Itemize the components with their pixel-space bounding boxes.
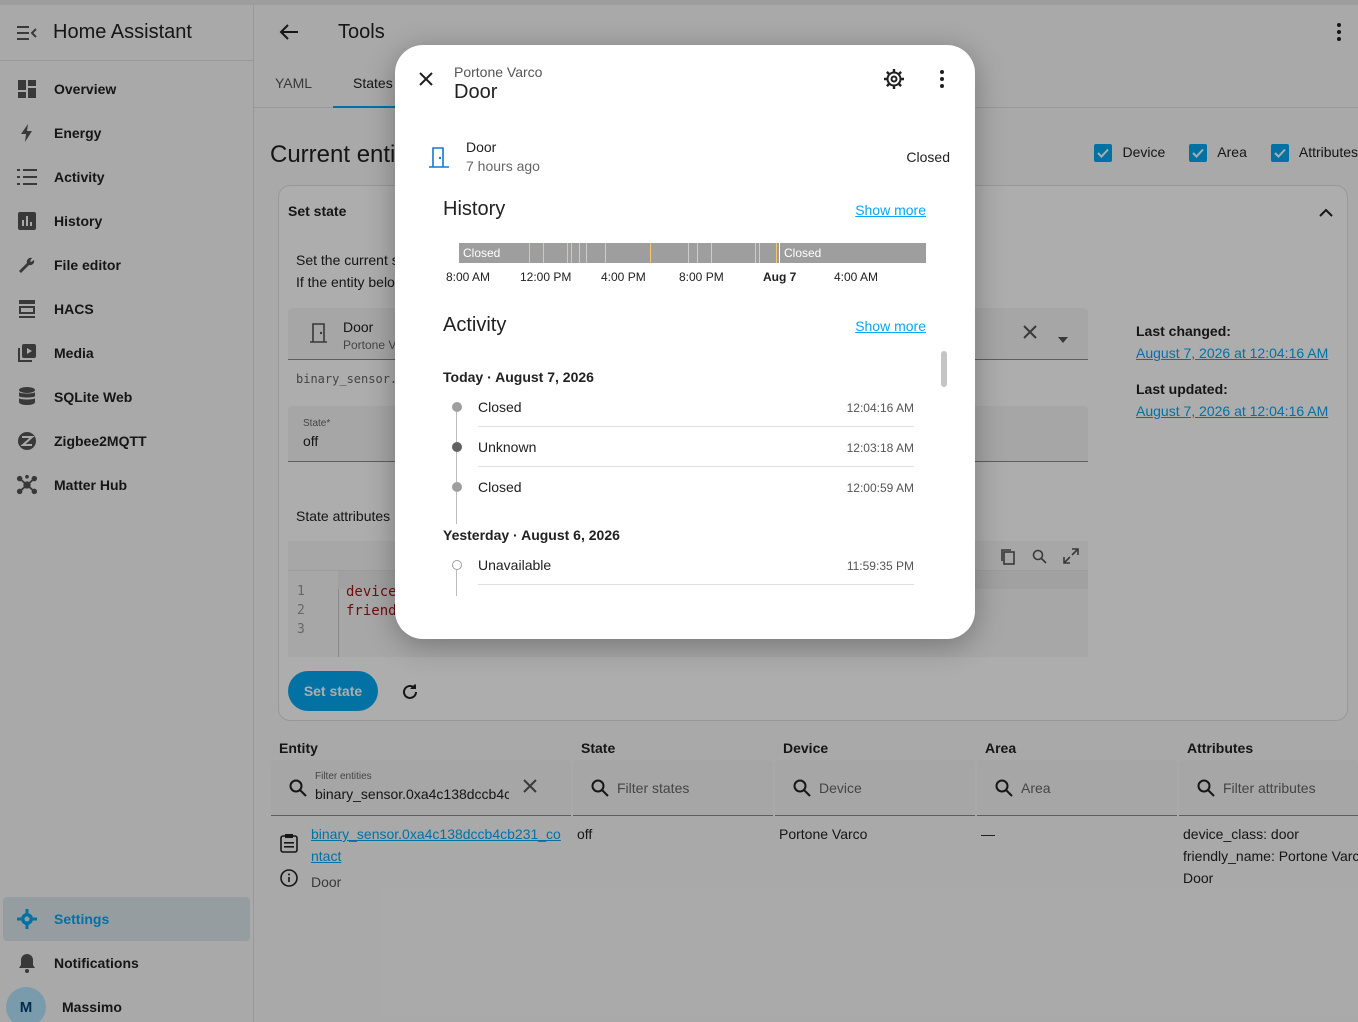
more-vert-icon[interactable] [931,68,953,95]
timeline-segment [543,243,544,263]
timeline-tick: 8:00 AM [446,270,491,284]
timeline-tick: 4:00 PM [601,270,646,284]
gear-icon[interactable] [883,68,905,95]
timeline-segment [529,243,530,263]
activity-day-today: Today · August 7, 2026 [443,369,594,385]
history-timeline[interactable]: Closed Closed [459,243,926,263]
activity-day-yesterday: Yesterday · August 6, 2026 [443,527,620,543]
timeline-segment [579,243,580,263]
timeline-segment [586,243,587,263]
activity-state: Unknown [478,439,537,455]
state-dot [452,482,462,492]
timeline-segment [650,243,651,263]
activity-item[interactable]: Closed 12:00:59 AM [478,467,914,507]
history-title: History [443,198,506,220]
activity-time: 12:04:16 AM [846,401,914,415]
state-dot [452,442,462,452]
timeline-tick: 8:00 PM [679,270,724,284]
dialog-subtitle: Portone Varco [454,64,543,80]
timeline-tick: 12:00 PM [520,270,572,284]
timeline-label-start: Closed [463,246,501,260]
close-icon[interactable] [415,68,437,95]
timeline-segment [759,243,760,263]
activity-item[interactable]: Unknown 12:03:18 AM [478,427,914,467]
dialog-title: Door [454,81,498,103]
timeline-tick: Aug 7 [763,270,797,284]
timeline-segment [605,243,606,263]
state-dot [452,560,462,570]
timeline-segment [755,243,756,263]
state-dot [452,402,462,412]
timeline-tick: 4:00 AM [834,270,879,284]
timeline-connector [456,412,457,524]
activity-item[interactable]: Unavailable 11:59:35 PM [478,545,914,585]
timeline-segment [711,243,712,263]
activity-time: 12:03:18 AM [846,441,914,455]
activity-state: Unavailable [478,557,552,573]
timeline-segment [779,243,780,263]
activity-show-more-link[interactable]: Show more [855,318,926,334]
timeline-segment [571,243,572,263]
activity-title: Activity [443,314,507,336]
timeline-segment [567,243,568,263]
timeline-label-end: Closed [784,246,822,260]
timeline-segment [697,243,698,263]
door-icon [428,146,450,173]
entity-state: Closed [906,149,950,165]
history-show-more-link[interactable]: Show more [855,202,926,218]
entity-name: Door [466,139,497,155]
activity-time: 11:59:35 PM [846,559,914,573]
entity-state-row[interactable]: Door 7 hours ago Closed [428,137,950,177]
more-info-dialog: Portone Varco Door Door 7 hours ago Clos… [395,45,975,639]
timeline-segment [776,243,777,263]
entity-last-changed: 7 hours ago [466,158,540,174]
timeline-segment [688,243,689,263]
activity-item[interactable]: Closed 12:04:16 AM [478,387,914,427]
activity-time: 12:00:59 AM [846,481,914,495]
timeline-connector [456,570,457,596]
activity-state: Closed [478,399,522,415]
activity-scrollbar[interactable] [941,351,947,387]
activity-state: Closed [478,479,522,495]
